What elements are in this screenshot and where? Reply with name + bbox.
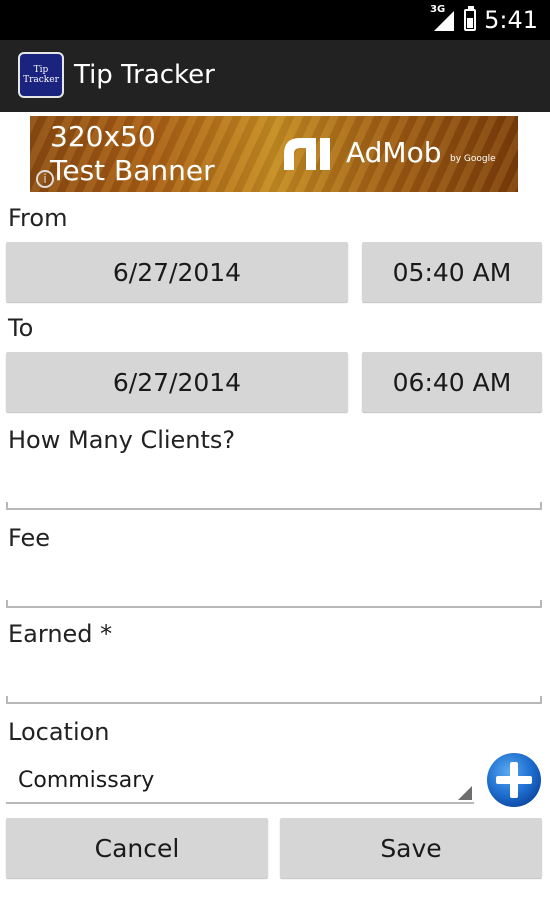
- signal-icon: 3G: [430, 4, 456, 33]
- location-dropdown[interactable]: Commissary: [6, 760, 474, 804]
- from-label: From: [8, 204, 68, 232]
- from-date-button[interactable]: 6/27/2014: [6, 242, 348, 302]
- admob-logo-icon: [284, 138, 330, 170]
- fee-input[interactable]: [6, 568, 542, 608]
- location-label: Location: [8, 718, 110, 746]
- status-icons: 3G 5:41: [430, 4, 538, 34]
- admob-brand-sub: by Google: [450, 154, 496, 164]
- logo-text-line2: Tracker: [23, 75, 59, 85]
- clients-input[interactable]: [6, 470, 542, 510]
- ad-text-label: Test Banner: [50, 154, 215, 187]
- ad-text-size: 320x50: [50, 120, 156, 153]
- status-bar: 3G 5:41: [0, 0, 550, 40]
- app-logo-icon[interactable]: Tip Tracker: [18, 52, 64, 98]
- battery-icon: [464, 6, 477, 31]
- to-label: To: [8, 314, 34, 342]
- earned-input[interactable]: [6, 664, 542, 704]
- save-button[interactable]: Save: [280, 818, 542, 878]
- earned-label: Earned *: [8, 620, 113, 648]
- from-time-button[interactable]: 05:40 AM: [362, 242, 542, 302]
- network-type: 3G: [430, 4, 446, 15]
- cancel-button[interactable]: Cancel: [6, 818, 268, 878]
- ad-banner[interactable]: 320x50 Test Banner i AdMob by Google: [30, 116, 518, 192]
- dropdown-corner-icon: [458, 786, 472, 800]
- clients-label: How Many Clients?: [8, 426, 236, 454]
- to-date-button[interactable]: 6/27/2014: [6, 352, 348, 412]
- location-underline: [6, 802, 474, 804]
- info-icon[interactable]: i: [36, 170, 54, 188]
- to-time-button[interactable]: 06:40 AM: [362, 352, 542, 412]
- admob-brand: AdMob: [346, 136, 442, 169]
- location-selected-value: Commissary: [18, 768, 155, 793]
- app-title: Tip Tracker: [74, 60, 215, 90]
- add-location-plus-icon[interactable]: [484, 752, 544, 808]
- action-bar: Tip Tracker Tip Tracker: [0, 40, 550, 112]
- fee-label: Fee: [8, 524, 51, 552]
- clock: 5:41: [484, 6, 538, 34]
- logo-text-line1: Tip: [33, 65, 49, 75]
